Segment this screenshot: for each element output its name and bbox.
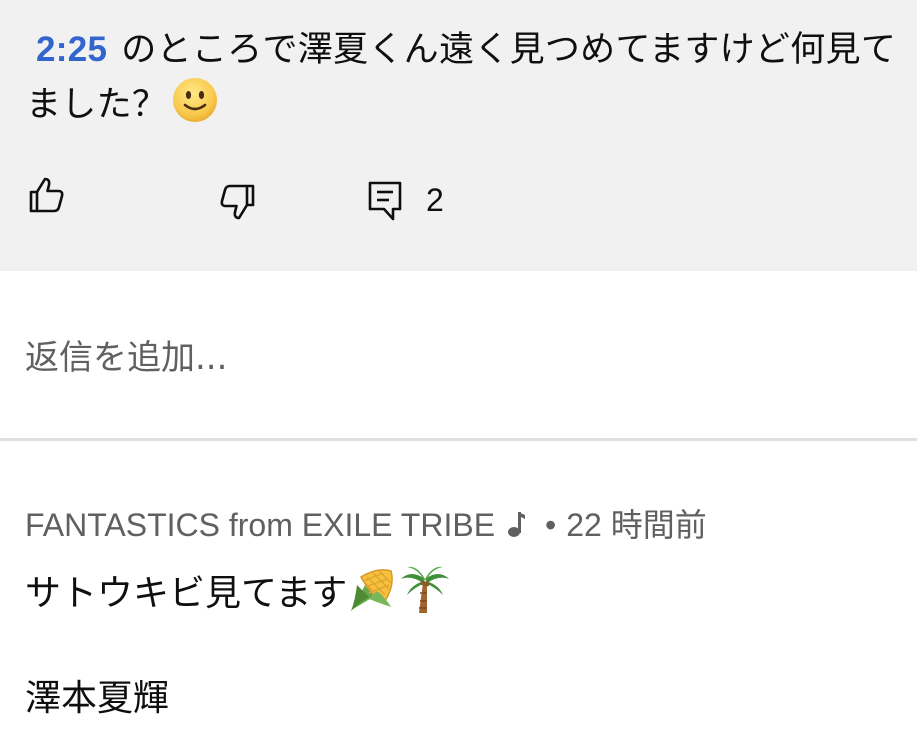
- comment-reply-icon: [368, 181, 402, 221]
- smiling-face-emoji-icon: [173, 78, 218, 122]
- reply-meta: FANTASTICS from EXILE TRIBE • 22 時間前: [25, 503, 707, 550]
- comment-thread: 2:25 のところで澤夏くん遠く見つめてますけど何見てました？ 2 返信を追加.…: [0, 0, 917, 750]
- comment-body: のところで澤夏くん遠く見つめてますけど何見てました？: [26, 30, 897, 125]
- reply-author[interactable]: FANTASTICS from EXILE TRIBE: [25, 507, 495, 543]
- divider: [0, 438, 917, 441]
- reply-body: サトウキビ見てます: [25, 563, 451, 620]
- reply-signature: 澤本夏輝: [25, 678, 170, 719]
- dislike-button[interactable]: [218, 182, 258, 222]
- music-note-icon: [507, 506, 527, 550]
- parent-comment: 2:25 のところで澤夏くん遠く見つめてますけど何見てました？ 2: [0, 0, 917, 271]
- reply-time: 22 時間前: [566, 507, 707, 543]
- palm-tree-emoji-icon: [401, 566, 450, 613]
- corn-emoji-icon: [351, 569, 394, 611]
- like-button[interactable]: [26, 175, 66, 215]
- timestamp-link[interactable]: 2:25: [36, 30, 107, 69]
- reply-text: サトウキビ見てます: [25, 573, 348, 614]
- thumbs-down-icon: [220, 184, 255, 220]
- comment-text: 2:25 のところで澤夏くん遠く見つめてますけど何見てました？: [26, 24, 901, 131]
- meta-separator: •: [545, 507, 557, 543]
- comment-actions: 2: [0, 170, 917, 230]
- add-reply-input[interactable]: 返信を追加...: [25, 335, 227, 381]
- reply-count: 2: [426, 182, 444, 218]
- reply-button[interactable]: [365, 179, 405, 223]
- thumbs-up-icon: [29, 177, 64, 213]
